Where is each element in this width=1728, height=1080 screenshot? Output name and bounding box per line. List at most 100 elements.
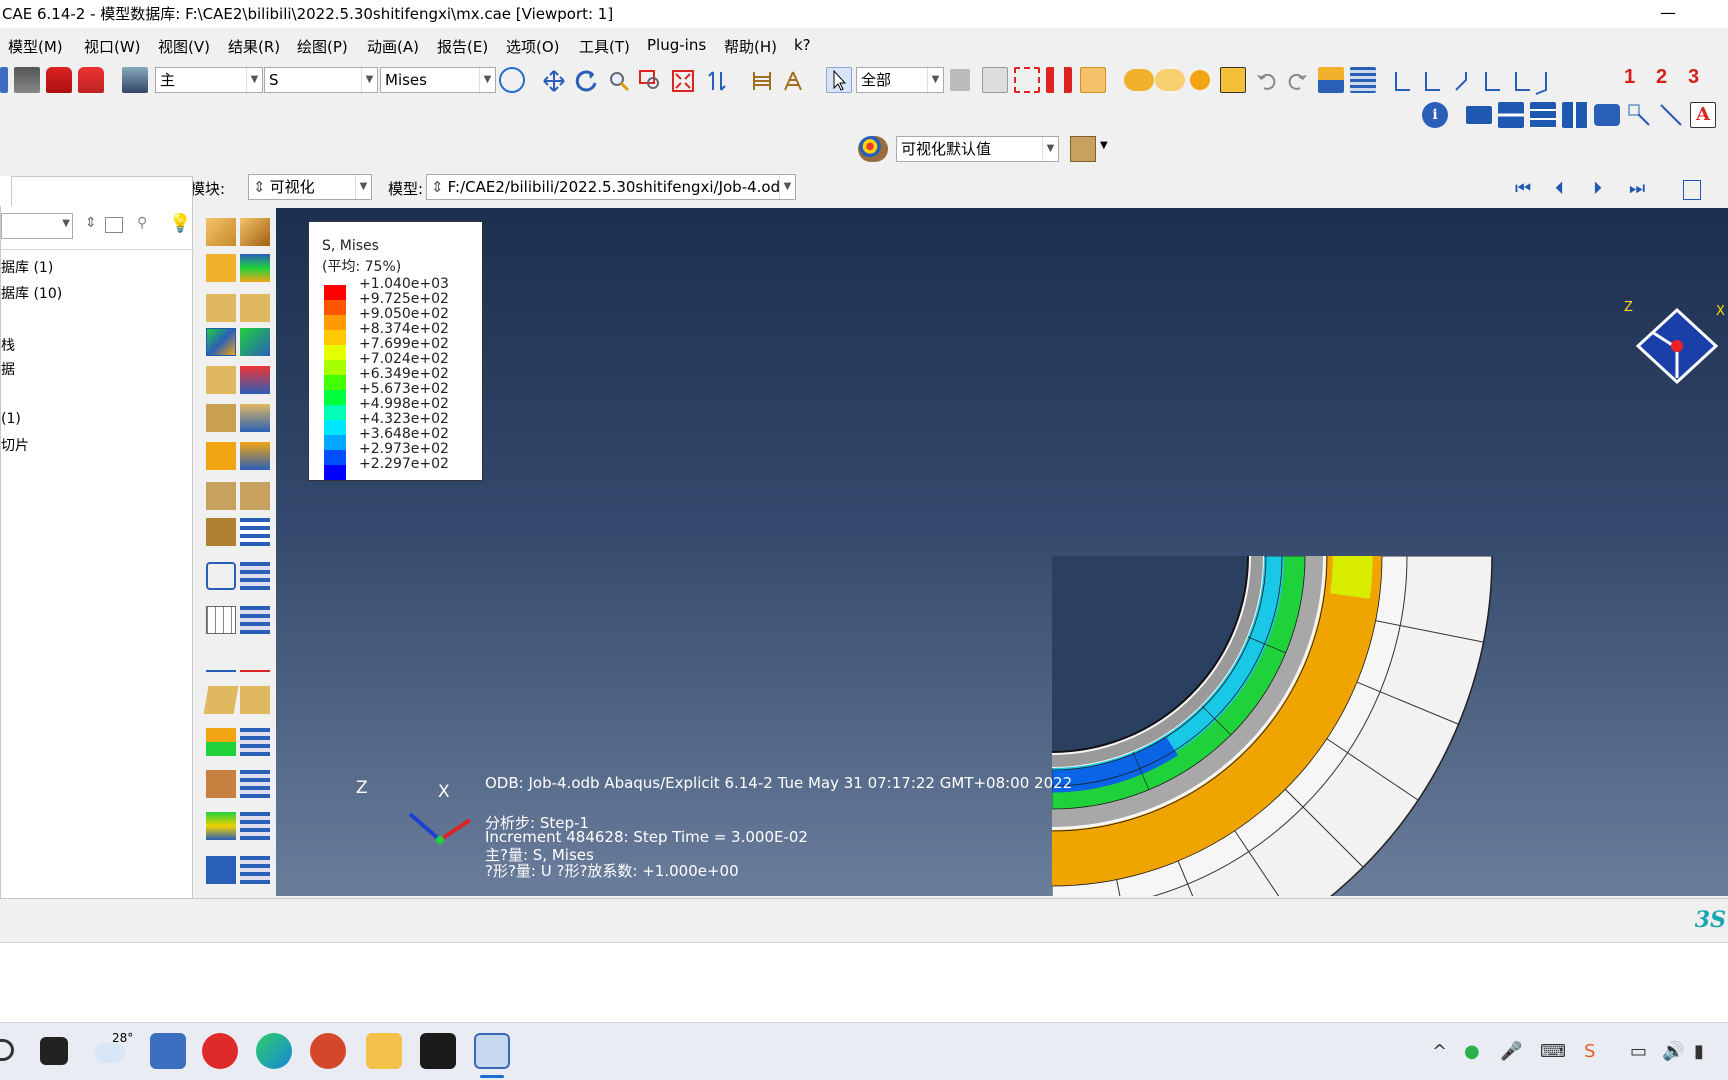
auto-fit-icon[interactable] (671, 69, 695, 93)
multiple-options-icon[interactable] (240, 404, 270, 432)
app-tray-icon[interactable]: S (1584, 1041, 1595, 1062)
allow-multiple-icon[interactable] (206, 442, 236, 470)
animate-scale-icon[interactable] (206, 482, 236, 510)
netease-music-icon[interactable] (202, 1033, 238, 1069)
calculator-icon[interactable] (150, 1033, 186, 1069)
view-compass[interactable] (1632, 304, 1722, 394)
previous-frame-icon[interactable]: ⏴ (1555, 178, 1564, 199)
tree-item[interactable]: 据 (1, 359, 15, 379)
module-combo[interactable]: ⇕ 可视化 ▼ (248, 174, 372, 200)
plot-deformed-icon[interactable] (240, 218, 270, 246)
draw-line-icon[interactable] (1658, 102, 1684, 128)
create-display-group-icon[interactable] (1014, 67, 1040, 93)
view-1-button[interactable]: 1 (1624, 66, 1635, 89)
create-xy-data-icon[interactable] (206, 562, 236, 590)
boolean-union-icon[interactable] (1124, 69, 1154, 91)
menu-viewport[interactable]: 视口(W) (84, 36, 141, 57)
plot-material-orientation-icon[interactable] (206, 366, 236, 394)
path-icon[interactable] (206, 644, 236, 672)
plot-contours-icon[interactable] (206, 328, 236, 356)
selection-options-icon[interactable] (950, 69, 970, 91)
contour-legend[interactable]: S, Mises (平均: 75%) +1.040e+03 +9.725e+02 +… (308, 221, 483, 481)
animation-options-icon[interactable] (240, 518, 270, 546)
wechat-icon[interactable]: ● (1464, 1041, 1480, 1062)
query-icon[interactable] (1220, 67, 1246, 93)
copy-viewport-icon[interactable] (1683, 180, 1701, 200)
box-zoom-icon[interactable] (638, 69, 664, 93)
tree-item[interactable]: 栈 (1, 335, 15, 355)
boolean-intersect-icon[interactable] (1155, 69, 1185, 91)
remove-display-group-icon[interactable] (1046, 67, 1072, 93)
xy-data-manager-icon[interactable] (240, 562, 270, 590)
invariant-combo[interactable]: Mises ▼ (380, 67, 496, 93)
viewport-cascade-icon[interactable] (1498, 102, 1524, 128)
pan-icon[interactable] (542, 69, 566, 93)
common-options-icon[interactable] (240, 442, 270, 470)
cycle-views-icon[interactable] (705, 69, 729, 93)
minimize-button[interactable]: — (1648, 0, 1688, 28)
table-icon[interactable] (1350, 67, 1376, 93)
tree-filter-combo[interactable]: ▼ (1, 213, 73, 239)
tree-item[interactable]: 切片 (1, 435, 29, 455)
search-icon[interactable] (0, 1039, 14, 1061)
menu-options[interactable]: 选项(O) (506, 36, 560, 57)
display-body-icon[interactable] (206, 812, 236, 840)
orientation-options-icon[interactable] (240, 366, 270, 394)
step-selector-icon[interactable] (122, 67, 148, 93)
menu-help[interactable]: 帮助(H) (724, 36, 777, 57)
menu-plot[interactable]: 绘图(P) (297, 36, 348, 57)
csys-views-icons[interactable] (1392, 68, 1572, 96)
weather-icon[interactable] (95, 1043, 125, 1063)
print-icon[interactable] (14, 67, 40, 93)
link-viewports-icon[interactable] (1594, 104, 1620, 126)
view-2-button[interactable]: 2 (1656, 66, 1667, 89)
query-manager-icon[interactable] (240, 856, 270, 884)
prompt-area[interactable] (0, 942, 1728, 1022)
info-icon[interactable]: i (1422, 102, 1448, 128)
menu-view[interactable]: 视图(V) (158, 36, 210, 57)
viewport-tile-horizontal-icon[interactable] (1530, 102, 1556, 128)
palette-icon[interactable] (858, 136, 888, 162)
annotation-arrow-icon[interactable] (1626, 102, 1652, 128)
refresh-icon[interactable] (499, 67, 525, 93)
save-db-icon[interactable] (46, 67, 72, 93)
cube-icon[interactable] (1070, 136, 1096, 162)
viewport-tile-vertical-icon[interactable] (1562, 102, 1588, 128)
text-annotation-icon[interactable]: A (1690, 102, 1716, 128)
step-combo[interactable]: 主 ▼ (155, 67, 263, 93)
fit-height-icon[interactable] (781, 69, 805, 93)
folder-up-icon[interactable] (105, 217, 123, 233)
menu-results[interactable]: 结果(R) (228, 36, 280, 57)
render-model-icon[interactable] (1080, 67, 1106, 93)
input-method-icon[interactable]: ⌨ (1540, 1041, 1566, 1062)
file-explorer-icon[interactable] (366, 1033, 402, 1069)
upload-db-icon[interactable] (78, 67, 104, 93)
stream-manager-icon[interactable] (240, 728, 270, 756)
menu-plugins[interactable]: Plug-ins (647, 36, 706, 54)
stream-icon[interactable] (206, 728, 236, 756)
lightbulb-icon[interactable]: 💡 (169, 213, 191, 234)
filter-icon[interactable]: ⚲ (137, 215, 147, 231)
viewport-tile-icon[interactable] (1466, 106, 1492, 124)
tree-tab[interactable] (0, 176, 12, 206)
network-icon[interactable]: ▭ (1630, 1041, 1647, 1062)
query-tool-icon[interactable] (206, 856, 236, 884)
volume-icon[interactable]: 🔊 (1662, 1041, 1684, 1062)
animate-time-icon[interactable] (240, 482, 270, 510)
viewport[interactable]: ODB: Job-4.odb Abaqus/Explicit 6.14-2 Tu… (276, 208, 1728, 896)
redo-icon[interactable] (1287, 69, 1309, 91)
plot-undeformed-icon[interactable] (206, 218, 236, 246)
field-combo[interactable]: S ▼ (264, 67, 378, 93)
plot-overlay-icon[interactable] (206, 254, 236, 282)
model-combo[interactable]: ⇕ F:/CAE2/bilibili/2022.5.30shitifengxi/J… (426, 174, 796, 200)
xy-plot-icon[interactable] (240, 644, 270, 672)
task-view-icon[interactable] (40, 1037, 68, 1065)
next-frame-icon[interactable]: ⏵ (1593, 178, 1602, 199)
chevron-down-icon[interactable]: ▼ (1100, 140, 1108, 151)
xy-table-icon[interactable] (206, 606, 236, 634)
terminal-icon[interactable] (420, 1033, 456, 1069)
tree-item[interactable]: 据库 (1) (1, 257, 53, 277)
xy-options-icon[interactable] (240, 606, 270, 634)
abaqus-app-icon[interactable] (474, 1033, 510, 1069)
animate-harmonic-icon[interactable] (206, 518, 236, 546)
